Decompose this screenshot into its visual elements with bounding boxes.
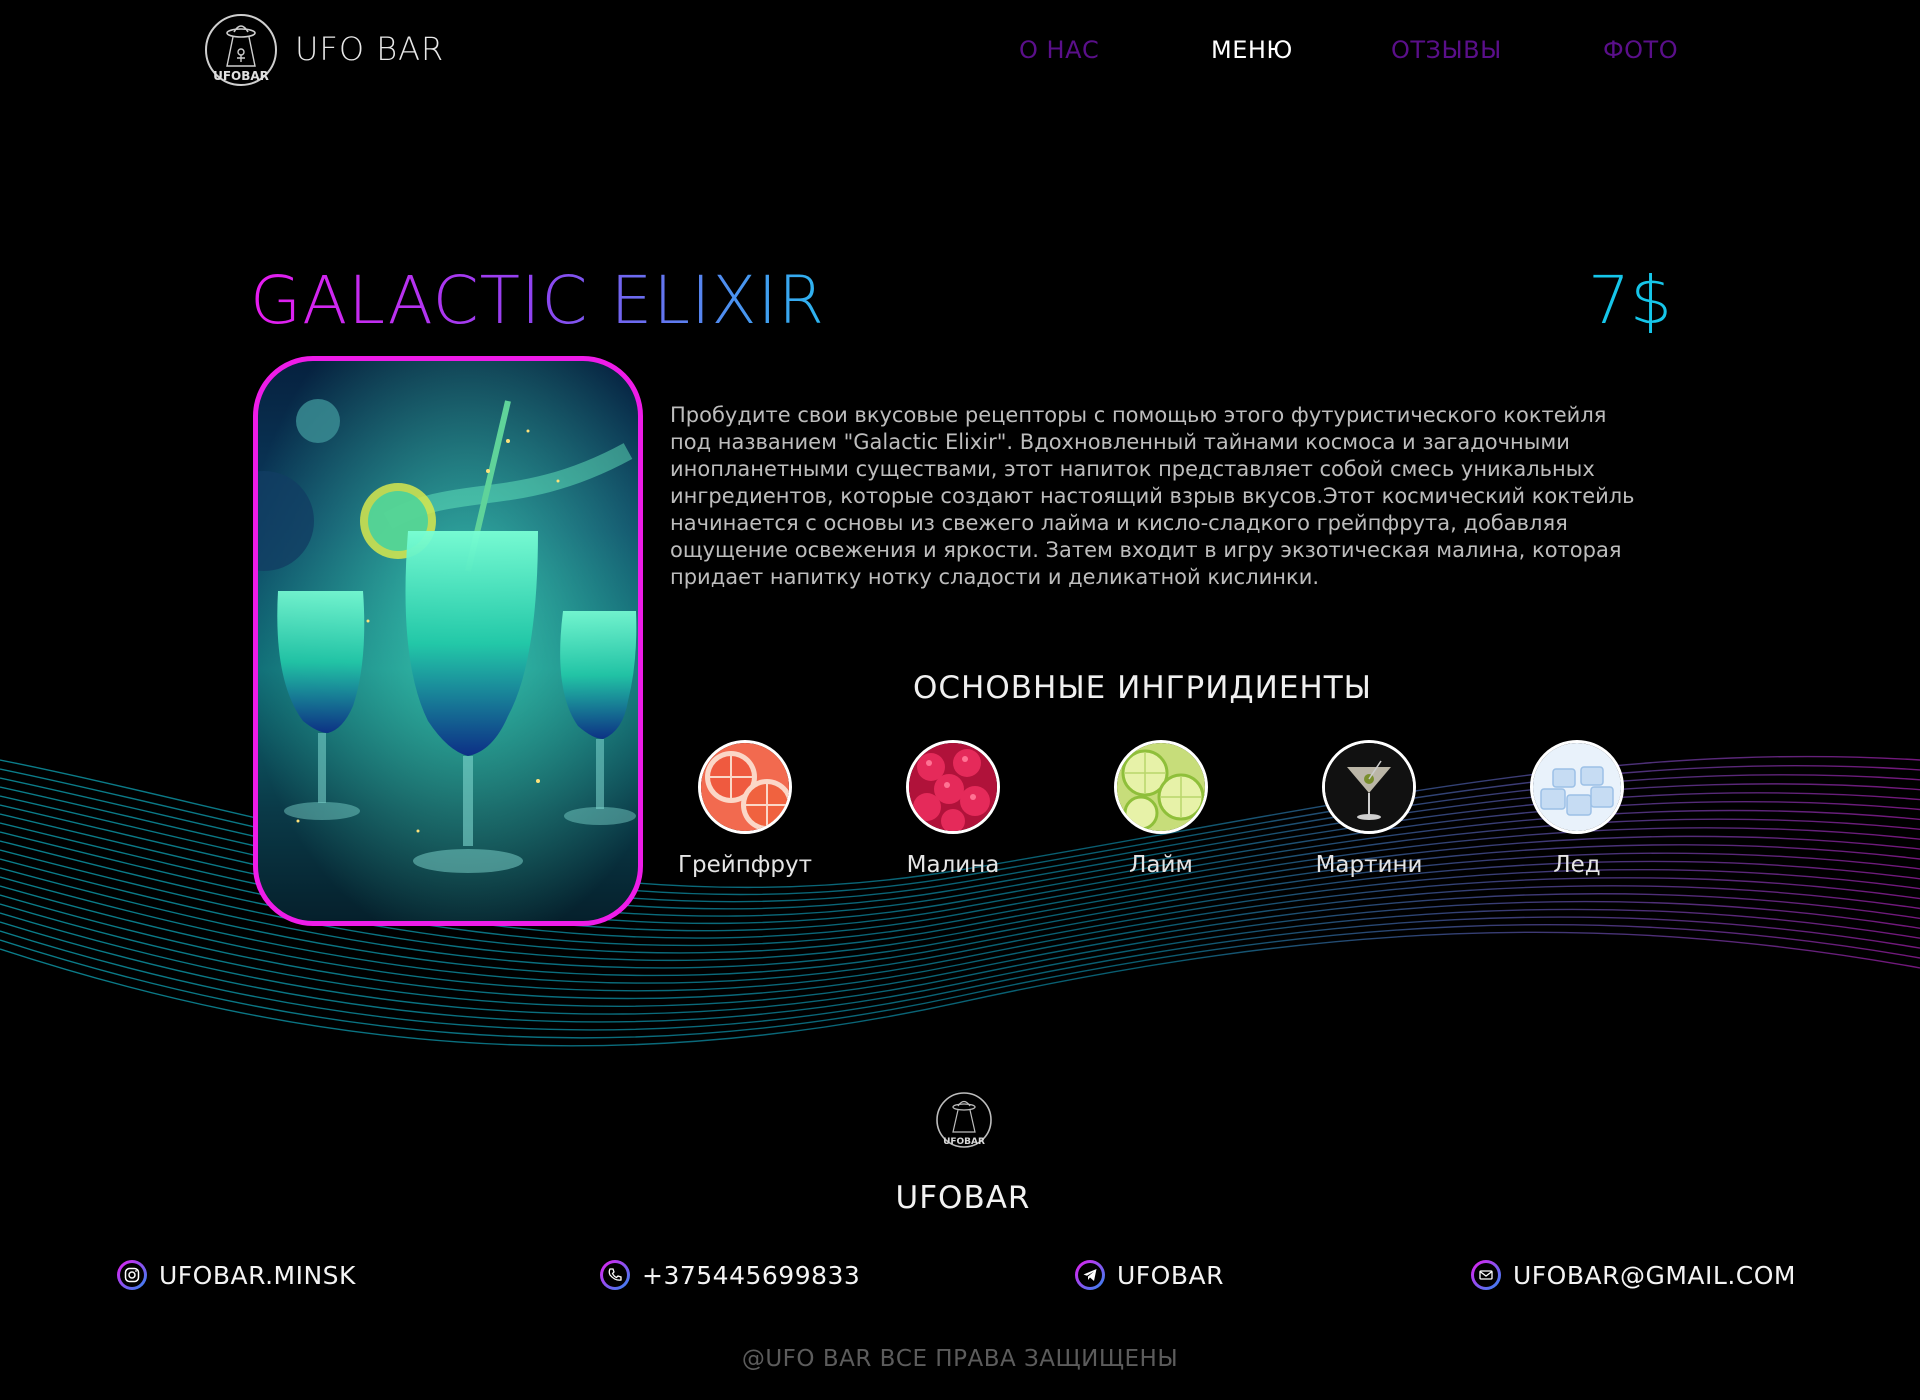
ice-icon — [1530, 740, 1624, 834]
logo-text: UFOBAR — [213, 69, 269, 83]
cocktail-illustration — [258, 361, 638, 921]
ingredient-label: Лайм — [1129, 852, 1193, 878]
ingredients-title: ОСНОВНЫЕ ИНГРИДИЕНТЫ — [913, 670, 1373, 706]
nav-about[interactable]: О НАС — [1019, 36, 1099, 64]
ingredient-raspberry: Малина — [873, 740, 1033, 878]
ingredient-label: Грейпфрут — [677, 852, 813, 878]
contact-email[interactable]: UFOBAR@GMAIL.COM — [1471, 1260, 1796, 1290]
footer-brand-name: UFOBAR — [895, 1180, 1031, 1216]
contact-text: +375445699833 — [642, 1260, 861, 1290]
ingredient-martini: Мартини — [1289, 740, 1449, 878]
instagram-icon — [117, 1260, 147, 1290]
ingredient-ice: Лед — [1497, 740, 1657, 878]
product-title: GALACTIC ELIXIR — [250, 262, 825, 339]
logo-icon[interactable]: UFOBAR — [203, 12, 279, 88]
product-description: Пробудите свои вкусовые рецепторы с помо… — [670, 403, 1635, 589]
footer-logo-text: UFOBAR — [943, 1137, 985, 1147]
contact-text: UFOBAR — [1117, 1260, 1224, 1290]
ingredient-label: Малина — [906, 852, 1000, 878]
contact-instagram[interactable]: UFOBAR.MINSK — [117, 1260, 356, 1290]
lime-icon — [1114, 740, 1208, 834]
phone-icon — [600, 1260, 630, 1290]
contact-telegram[interactable]: UFOBAR — [1075, 1260, 1224, 1290]
nav-photo[interactable]: ФОТО — [1603, 36, 1678, 64]
martini-icon — [1322, 740, 1416, 834]
copyright: @UFO BAR ВСЕ ПРАВА ЗАЩИЩЕНЫ — [741, 1346, 1179, 1372]
ingredient-grapefruit: Грейпфрут — [665, 740, 825, 878]
raspberry-icon — [906, 740, 1000, 834]
ingredient-label: Мартини — [1315, 852, 1423, 878]
nav-reviews[interactable]: ОТЗЫВЫ — [1391, 36, 1502, 64]
footer-logo-icon[interactable]: UFOBAR — [934, 1090, 994, 1150]
contact-text: UFOBAR@GMAIL.COM — [1513, 1260, 1796, 1290]
contact-text: UFOBAR.MINSK — [159, 1260, 356, 1290]
product-price: 7$ — [1588, 262, 1672, 339]
ingredient-lime: Лайм — [1081, 740, 1241, 878]
ingredient-label: Лед — [1553, 852, 1601, 878]
telegram-icon — [1075, 1260, 1105, 1290]
cocktail-image — [253, 356, 643, 926]
grapefruit-icon — [698, 740, 792, 834]
contact-phone[interactable]: +375445699833 — [600, 1260, 860, 1290]
brand-name[interactable]: UFO BAR — [295, 30, 444, 68]
mail-icon — [1471, 1260, 1501, 1290]
nav-menu[interactable]: МЕНЮ — [1211, 36, 1293, 64]
wave-line — [0, 916, 1920, 1031]
